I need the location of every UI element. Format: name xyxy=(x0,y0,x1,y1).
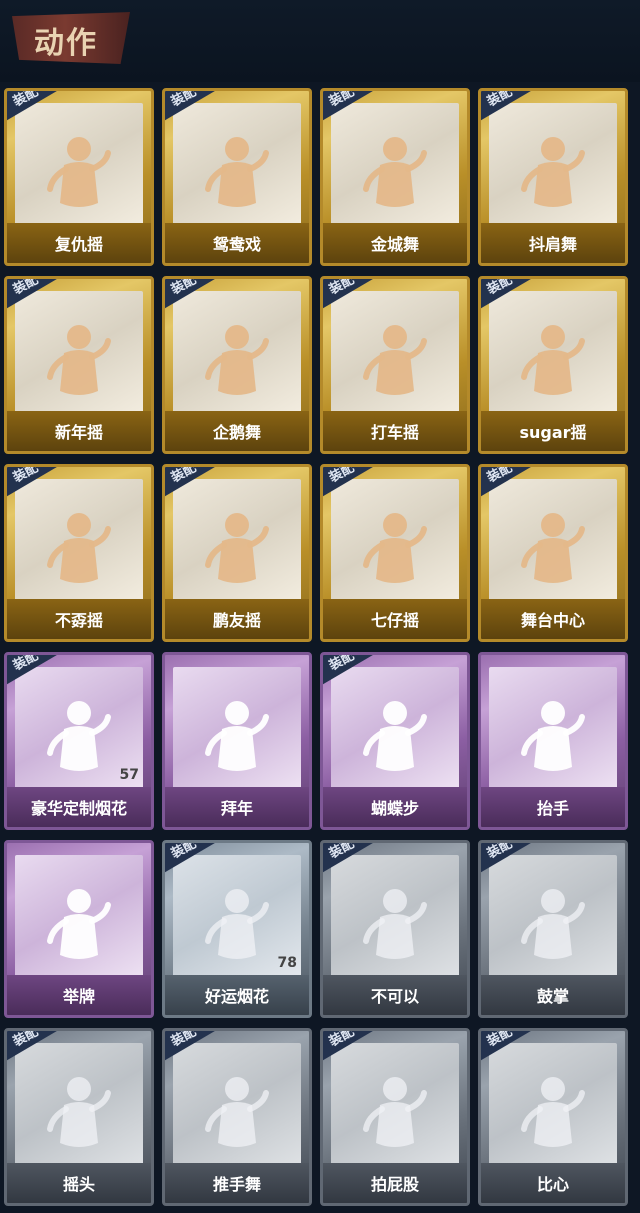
emote-card[interactable]: 装配 鼓掌 xyxy=(478,840,628,1018)
emote-name: 打车摇 xyxy=(323,411,467,451)
emote-card[interactable]: 装配 舞台中心 xyxy=(478,464,628,642)
emote-card[interactable]: 举牌 xyxy=(4,840,154,1018)
dancer-icon xyxy=(518,321,588,411)
emote-name: 蝴蝶步 xyxy=(323,787,467,827)
push-hand-icon xyxy=(202,1073,272,1163)
bow-icon xyxy=(202,697,272,787)
dancer-icon xyxy=(44,321,114,411)
emote-name: 舞台中心 xyxy=(481,599,625,639)
clap-icon xyxy=(518,885,588,975)
emote-name: 七仔摇 xyxy=(323,599,467,639)
emote-card[interactable]: 装配 摇头 xyxy=(4,1028,154,1206)
emote-name: 举牌 xyxy=(7,975,151,1015)
sign-icon xyxy=(44,885,114,975)
emote-card[interactable]: 装配 打车摇 xyxy=(320,276,470,454)
emote-name: 复仇摇 xyxy=(7,223,151,263)
emote-name: 不可以 xyxy=(323,975,467,1015)
dancer-icon xyxy=(202,321,272,411)
dancer-icon xyxy=(360,697,430,787)
dancer-icon xyxy=(202,133,272,223)
butt-slap-icon xyxy=(360,1073,430,1163)
emote-name: 鼓掌 xyxy=(481,975,625,1015)
dancer-icon xyxy=(44,133,114,223)
emote-card[interactable]: 装配 七仔摇 xyxy=(320,464,470,642)
emote-name: 企鹅舞 xyxy=(165,411,309,451)
emote-name: 不孬摇 xyxy=(7,599,151,639)
emote-card[interactable]: 装配 鹏友摇 xyxy=(162,464,312,642)
emote-card[interactable]: 装配 企鹅舞 xyxy=(162,276,312,454)
dancer-icon xyxy=(518,509,588,599)
dancer-icon xyxy=(360,321,430,411)
emote-name: 好运烟花 xyxy=(165,975,309,1015)
emote-name: 拍屁股 xyxy=(323,1163,467,1203)
emote-name: 豪华定制烟花 xyxy=(7,787,151,827)
firework-tube-icon xyxy=(202,885,272,975)
emote-name: sugar摇 xyxy=(481,411,625,451)
emote-card[interactable]: 装配 鸳鸯戏 xyxy=(162,88,312,266)
dancer-icon xyxy=(518,133,588,223)
emote-name: 抬手 xyxy=(481,787,625,827)
emote-card[interactable]: 装配 复仇摇 xyxy=(4,88,154,266)
dancer-icon xyxy=(202,509,272,599)
emote-card[interactable]: 装配 sugar摇 xyxy=(478,276,628,454)
dancer-icon xyxy=(44,509,114,599)
item-count: 57 xyxy=(119,767,139,783)
emote-card[interactable]: 装配 新年摇 xyxy=(4,276,154,454)
emote-grid: 装配 复仇摇 装配 鸳鸯戏 装配 金城舞 装配 抖肩舞 装配 新年摇 装配 企鹅舞 装配 打车… xyxy=(4,88,636,1206)
emote-card[interactable]: 装配 78 好运烟花 xyxy=(162,840,312,1018)
dancer-icon xyxy=(360,133,430,223)
emote-card[interactable]: 装配 拍屁股 xyxy=(320,1028,470,1206)
emote-name: 新年摇 xyxy=(7,411,151,451)
item-count: 78 xyxy=(277,955,297,971)
emote-card[interactable]: 装配 抖肩舞 xyxy=(478,88,628,266)
emote-name: 拜年 xyxy=(165,787,309,827)
emote-card[interactable]: 抬手 xyxy=(478,652,628,830)
page-title: 动作 xyxy=(34,26,98,61)
emote-card[interactable]: 装配 不可以 xyxy=(320,840,470,1018)
raise-hand-icon xyxy=(518,697,588,787)
emote-name: 摇头 xyxy=(7,1163,151,1203)
emote-card[interactable]: 装配 57 豪华定制烟花 xyxy=(4,652,154,830)
emote-card[interactable]: 装配 金城舞 xyxy=(320,88,470,266)
heart-hand-icon xyxy=(518,1073,588,1163)
emote-name: 鸳鸯戏 xyxy=(165,223,309,263)
emote-name: 比心 xyxy=(481,1163,625,1203)
emote-card[interactable]: 拜年 xyxy=(162,652,312,830)
emote-card[interactable]: 装配 比心 xyxy=(478,1028,628,1206)
emote-name: 抖肩舞 xyxy=(481,223,625,263)
dancer-icon xyxy=(360,509,430,599)
head-shake-icon xyxy=(44,1073,114,1163)
fireworks-box-icon xyxy=(44,697,114,787)
emote-name: 推手舞 xyxy=(165,1163,309,1203)
header: 动作 xyxy=(0,0,640,82)
emote-name: 金城舞 xyxy=(323,223,467,263)
emote-name: 鹏友摇 xyxy=(165,599,309,639)
emote-card[interactable]: 装配 推手舞 xyxy=(162,1028,312,1206)
emote-card[interactable]: 装配 蝴蝶步 xyxy=(320,652,470,830)
emote-card[interactable]: 装配 不孬摇 xyxy=(4,464,154,642)
finger-wag-icon xyxy=(360,885,430,975)
